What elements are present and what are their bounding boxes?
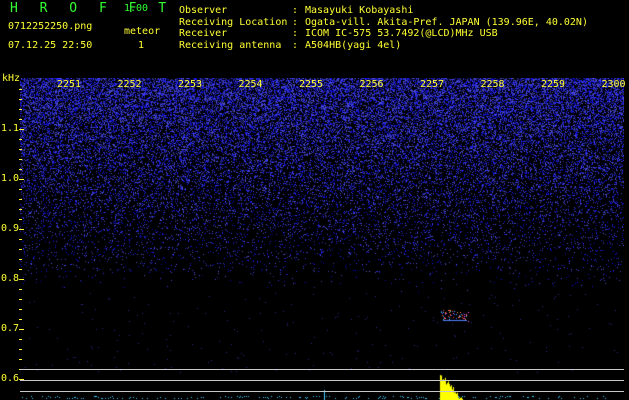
level-reference-line (20, 380, 624, 381)
y-tick-label: 0.7 (1, 323, 20, 334)
x-tick-label: 2259 (541, 79, 566, 90)
observer-value: Masayuki Kobayashi (305, 5, 414, 16)
meteor-count: 1 (138, 40, 145, 51)
location-colon: : (292, 17, 299, 28)
antenna-colon: : (292, 40, 299, 51)
y-minor-tick (19, 269, 22, 270)
y-minor-tick (19, 339, 22, 340)
location-value: Ogata-vill. Akita-Pref. JAPAN (139.96E, … (305, 17, 588, 28)
y-tick-label: 0.9 (1, 223, 20, 234)
y-minor-tick (19, 139, 22, 140)
y-tick-label: 1.1 (1, 123, 20, 134)
y-minor-tick (19, 249, 22, 250)
receiver-key: Receiver (179, 28, 228, 39)
spectrogram (20, 78, 624, 400)
antenna-key: Receiving antenna (179, 40, 282, 51)
y-minor-tick (19, 89, 22, 90)
y-tick-mark (19, 179, 24, 180)
y-axis-unit-label: kHz (2, 73, 21, 84)
observer-colon: : (292, 5, 299, 16)
app-logo: H R O F F T (10, 1, 174, 16)
x-tick-label: 2256 (359, 79, 384, 90)
level-reference-line (20, 391, 624, 392)
y-minor-tick (19, 99, 22, 100)
y-minor-tick (19, 159, 22, 160)
y-tick-label: 0.6 (1, 373, 20, 384)
meteor-label: meteor (124, 26, 161, 37)
spectrogram-canvas (20, 78, 624, 400)
x-tick-label: 2252 (117, 79, 142, 90)
x-tick-label: 2253 (178, 79, 203, 90)
y-minor-tick (19, 199, 22, 200)
file-name: 0712252250.png (8, 21, 93, 32)
receiver-colon: : (292, 28, 299, 39)
y-tick-mark (19, 229, 24, 230)
y-minor-tick (19, 149, 22, 150)
x-tick-label: 2254 (238, 79, 263, 90)
y-minor-tick (19, 119, 22, 120)
x-tick-label: 2251 (57, 79, 82, 90)
x-tick-label: 2300 (601, 79, 626, 90)
y-tick-mark (19, 129, 24, 130)
y-minor-tick (19, 349, 22, 350)
y-tick-label: 0.8 (1, 273, 20, 284)
x-tick-label: 2257 (420, 79, 445, 90)
y-minor-tick (19, 259, 22, 260)
y-tick-mark (19, 279, 24, 280)
y-minor-tick (19, 289, 22, 290)
y-minor-tick (19, 309, 22, 310)
y-minor-tick (19, 189, 22, 190)
y-minor-tick (19, 109, 22, 110)
observer-key: Observer (179, 5, 228, 16)
y-tick-label: 1.0 (1, 173, 20, 184)
y-minor-tick (19, 319, 22, 320)
app-version: 1.00 (124, 3, 149, 14)
y-minor-tick (19, 219, 22, 220)
level-reference-line (20, 369, 624, 370)
x-tick-label: 2258 (480, 79, 505, 90)
y-minor-tick (19, 299, 22, 300)
x-tick-label: 2255 (299, 79, 324, 90)
y-minor-tick (19, 359, 22, 360)
y-tick-mark (19, 329, 24, 330)
receiver-value: ICOM IC-575 53.7492(@LCD)MHz USB (305, 28, 498, 39)
y-minor-tick (19, 209, 22, 210)
timestamp: 07.12.25 22:50 (8, 40, 93, 51)
y-minor-tick (19, 239, 22, 240)
y-minor-tick (19, 169, 22, 170)
location-key: Receiving Location (179, 17, 288, 28)
antenna-value: A504HB(yagi 4el) (305, 40, 402, 51)
